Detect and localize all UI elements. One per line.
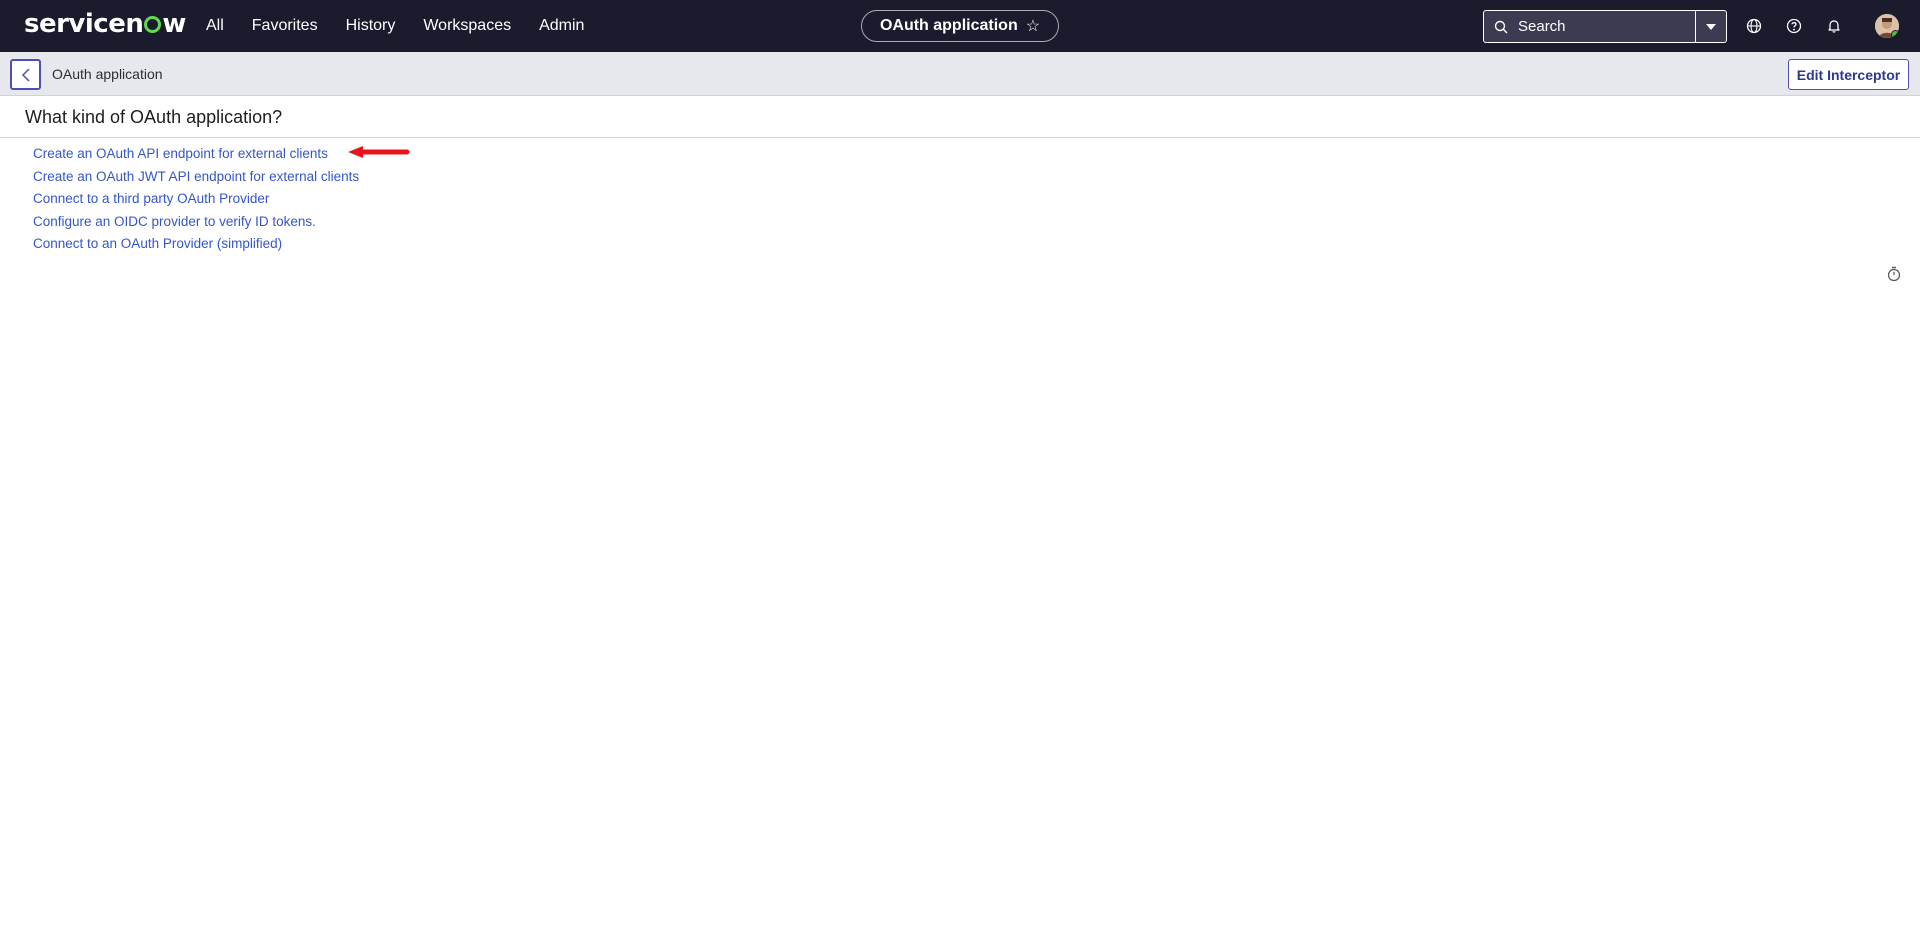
menu-favorites[interactable]: Favorites bbox=[252, 17, 318, 35]
option-oidc-provider[interactable]: Configure an OIDC provider to verify ID … bbox=[33, 211, 359, 234]
servicenow-logo[interactable]: servicen w bbox=[24, 9, 186, 39]
search-input[interactable]: Search bbox=[1484, 11, 1695, 42]
form-header: OAuth application Edit Interceptor bbox=[0, 52, 1920, 96]
main-menu: All Favorites History Workspaces Admin bbox=[206, 0, 612, 52]
globe-icon[interactable] bbox=[1744, 16, 1764, 36]
option-oauth-provider-simplified[interactable]: Connect to an OAuth Provider (simplified… bbox=[33, 233, 359, 256]
menu-history[interactable]: History bbox=[346, 17, 396, 35]
form-title: OAuth application bbox=[52, 66, 163, 82]
option-third-party-provider[interactable]: Connect to a third party OAuth Provider bbox=[33, 188, 359, 211]
menu-all[interactable]: All bbox=[206, 17, 224, 35]
menu-admin[interactable]: Admin bbox=[539, 17, 584, 35]
edit-interceptor-button[interactable]: Edit Interceptor bbox=[1788, 59, 1909, 90]
oauth-options-list: Create an OAuth API endpoint for externa… bbox=[33, 143, 359, 256]
context-title-pill[interactable]: OAuth application ☆ bbox=[861, 10, 1059, 42]
caret-down-icon bbox=[1706, 23, 1716, 30]
search-scope-dropdown[interactable] bbox=[1695, 11, 1726, 42]
online-status-dot bbox=[1891, 30, 1899, 38]
star-icon[interactable]: ☆ bbox=[1026, 16, 1040, 36]
search-placeholder: Search bbox=[1518, 18, 1566, 35]
chevron-left-icon bbox=[21, 67, 30, 82]
top-navigation-bar: servicen w All Favorites History Workspac… bbox=[0, 0, 1920, 52]
help-icon[interactable] bbox=[1784, 16, 1804, 36]
response-time-icon[interactable] bbox=[1887, 266, 1901, 282]
context-title: OAuth application bbox=[879, 17, 1018, 34]
menu-workspaces[interactable]: Workspaces bbox=[423, 17, 511, 35]
annotation-arrow-icon bbox=[348, 146, 410, 158]
search-icon bbox=[1494, 20, 1508, 33]
option-oauth-jwt-api-endpoint[interactable]: Create an OAuth JWT API endpoint for ext… bbox=[33, 166, 359, 189]
global-search: Search bbox=[1483, 10, 1727, 43]
avatar[interactable] bbox=[1875, 14, 1899, 38]
bell-icon[interactable] bbox=[1824, 16, 1844, 36]
option-oauth-api-endpoint[interactable]: Create an OAuth API endpoint for externa… bbox=[33, 143, 359, 166]
divider bbox=[0, 137, 1920, 138]
page-question: What kind of OAuth application? bbox=[25, 107, 283, 127]
back-button[interactable] bbox=[10, 59, 41, 90]
